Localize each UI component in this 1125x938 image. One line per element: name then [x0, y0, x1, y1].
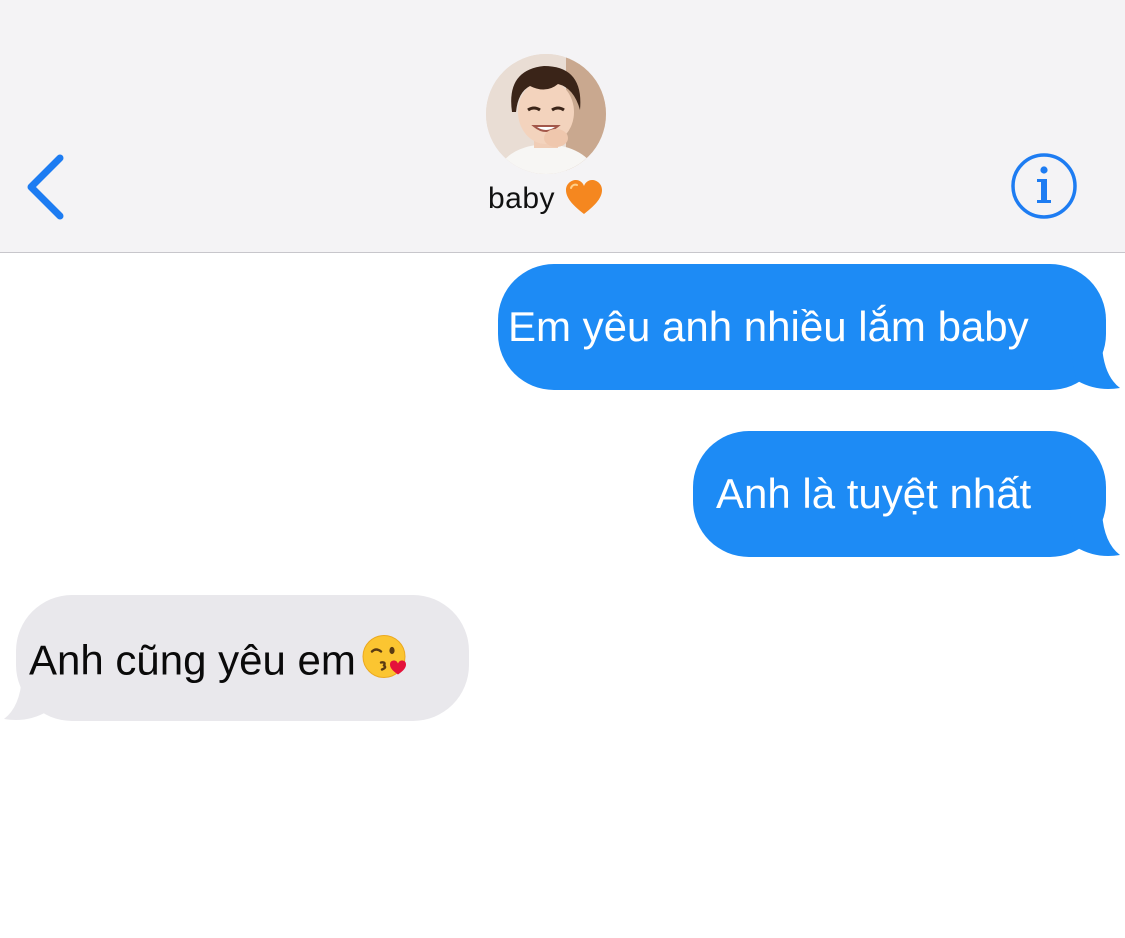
message-bubble-sent[interactable]: Anh là tuyệt nhất — [693, 431, 1106, 557]
info-button[interactable] — [1010, 152, 1078, 220]
messages-screen: baby Em yêu anh nhiều lắm baby Anh là tu… — [0, 0, 1125, 938]
avatar-image — [486, 54, 606, 174]
kissing-face-emoji — [362, 635, 408, 681]
message-text: Anh là tuyệt nhất — [716, 470, 1032, 517]
message-bubble-sent[interactable]: Em yêu anh nhiều lắm baby — [498, 264, 1106, 390]
orange-heart-icon — [565, 180, 603, 216]
contact-name: baby — [487, 182, 556, 215]
bubble-tail-sent — [1070, 513, 1120, 556]
info-icon — [1011, 153, 1077, 219]
message-text-row: Anh cũng yêu em — [29, 635, 408, 682]
message-text: Anh cũng yêu em — [29, 636, 356, 684]
message-bubble-received[interactable]: Anh cũng yêu em — [16, 595, 469, 721]
contact-name-row[interactable]: baby — [0, 180, 1091, 216]
contact-avatar[interactable] — [486, 54, 606, 174]
message-text: Em yêu anh nhiều lắm baby — [508, 303, 1029, 350]
bubble-tail-sent — [1070, 346, 1120, 389]
conversation-header: baby — [0, 0, 1125, 253]
